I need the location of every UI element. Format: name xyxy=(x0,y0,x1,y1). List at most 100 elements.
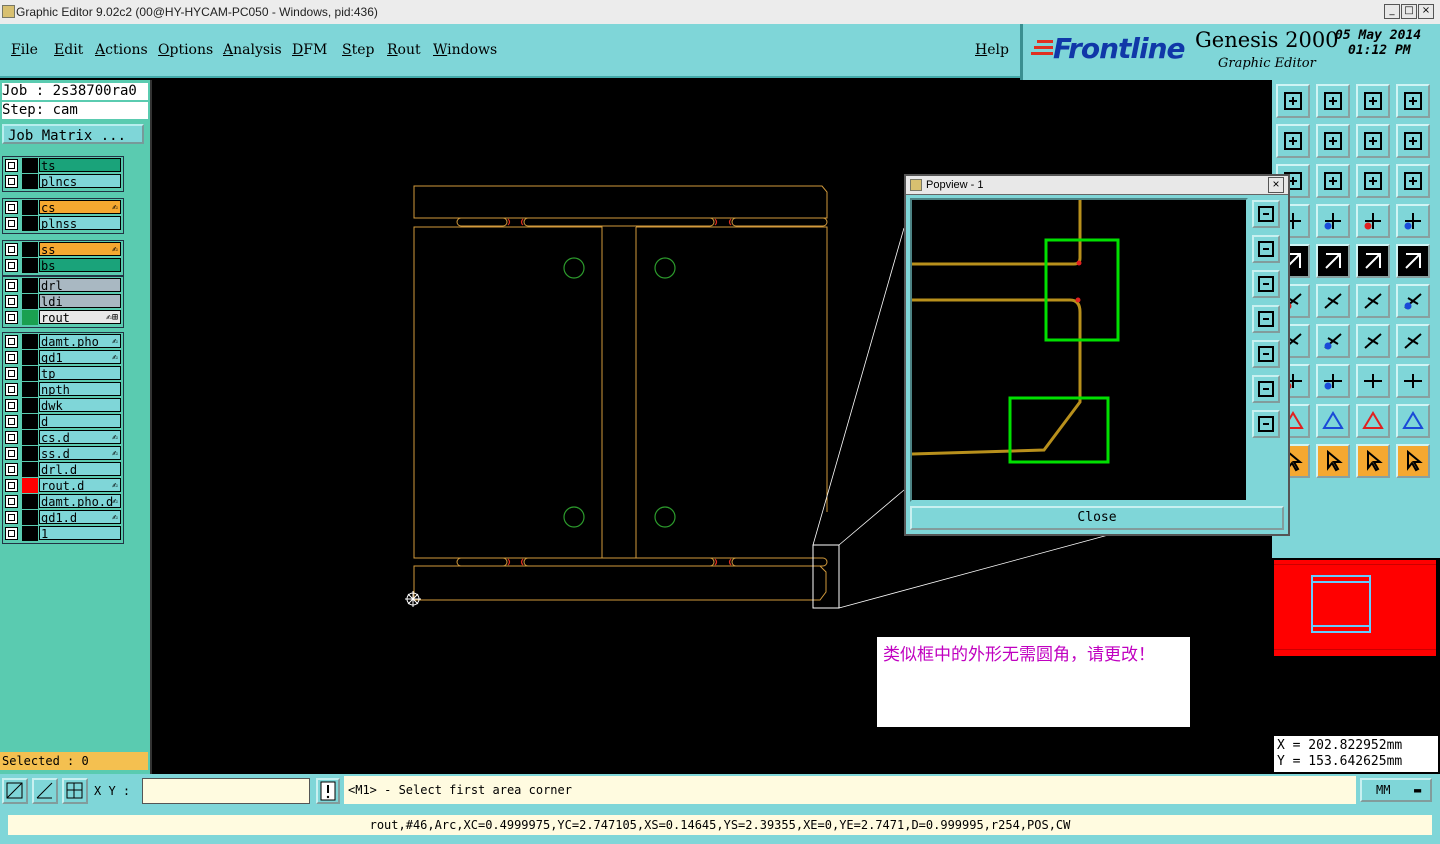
ruler-button[interactable] xyxy=(1356,244,1390,278)
layer-name[interactable]: 1 xyxy=(39,526,121,540)
layer-name[interactable]: drl xyxy=(39,278,121,292)
layer-row-damt.pho[interactable]: damt.pho ✍ xyxy=(3,334,121,349)
menu-edit[interactable]: Edit xyxy=(54,42,83,58)
layer-checkbox[interactable] xyxy=(5,399,18,412)
layer-row-ts[interactable]: ts xyxy=(3,158,121,173)
one-to-one-button[interactable] xyxy=(1356,164,1390,198)
layer-checkbox[interactable] xyxy=(5,383,18,396)
layer-checkbox[interactable] xyxy=(5,527,18,540)
layer-checkbox[interactable] xyxy=(5,463,18,476)
menu-dfm[interactable]: DFM xyxy=(292,42,327,58)
grid-mode-button[interactable] xyxy=(62,778,88,804)
layer-color-swatch[interactable] xyxy=(22,366,38,381)
pan-right-button[interactable] xyxy=(1316,124,1350,158)
layer-row-tp[interactable]: tp xyxy=(3,366,121,381)
layer-color-swatch[interactable] xyxy=(22,478,38,493)
layer-name[interactable]: rout.d ✍ xyxy=(39,478,121,492)
job-matrix-button[interactable]: Job Matrix ... xyxy=(2,124,144,144)
layer-name[interactable]: gd1 ✍ xyxy=(39,350,121,364)
layer-row-drl.d[interactable]: drl.d xyxy=(3,462,121,477)
menu-options[interactable]: Options xyxy=(158,42,213,58)
pv-home-button[interactable] xyxy=(1252,235,1280,263)
layer-name[interactable]: ldi xyxy=(39,294,121,308)
layer-color-swatch[interactable] xyxy=(22,310,38,325)
layer-name[interactable]: gd1.d ✍ xyxy=(39,510,121,524)
menu-actions[interactable]: Actions xyxy=(95,42,148,58)
measure-button[interactable] xyxy=(1356,364,1390,398)
snap-red-button[interactable] xyxy=(1356,204,1390,238)
layer-checkbox[interactable] xyxy=(5,243,18,256)
layer-color-swatch[interactable] xyxy=(22,294,38,309)
draw-line-button[interactable] xyxy=(1316,244,1350,278)
layer-checkbox[interactable] xyxy=(5,335,18,348)
layer-name[interactable]: bs xyxy=(39,258,121,272)
layer-row-1[interactable]: 1 xyxy=(3,526,121,541)
flip-button[interactable] xyxy=(1396,324,1430,358)
triangle-c-button[interactable] xyxy=(1356,404,1390,438)
minimize-button[interactable]: _ xyxy=(1384,4,1400,19)
layer-color-swatch[interactable] xyxy=(22,414,38,429)
layer-checkbox[interactable] xyxy=(5,217,18,230)
unit-selector[interactable]: MM ▬ xyxy=(1360,778,1432,802)
layer-color-swatch[interactable] xyxy=(22,242,38,257)
layer-checkbox[interactable] xyxy=(5,447,18,460)
snap-blue-button[interactable] xyxy=(1396,204,1430,238)
align-button[interactable] xyxy=(1396,364,1430,398)
feature-select-button[interactable] xyxy=(1316,204,1350,238)
layer-checkbox[interactable] xyxy=(5,351,18,364)
query-button[interactable] xyxy=(1396,164,1430,198)
layer-name[interactable]: damt.pho.d ✍ xyxy=(39,494,121,508)
triangle-d-button[interactable] xyxy=(1396,404,1430,438)
layer-row-bs[interactable]: bs xyxy=(3,258,121,273)
layer-color-swatch[interactable] xyxy=(22,158,38,173)
layer-color-swatch[interactable] xyxy=(22,446,38,461)
layer-checkbox[interactable] xyxy=(5,175,18,188)
layer-color-swatch[interactable] xyxy=(22,258,38,273)
layer-checkbox[interactable] xyxy=(5,259,18,272)
pointer-net-button[interactable] xyxy=(1396,444,1430,478)
menu-rout[interactable]: Rout xyxy=(387,42,421,58)
layer-name[interactable]: cs.d ✍ xyxy=(39,430,121,444)
layer-color-swatch[interactable] xyxy=(22,510,38,525)
layer-row-damt.pho.d[interactable]: damt.pho.d ✍ xyxy=(3,494,121,509)
layer-name[interactable]: tp xyxy=(39,366,121,380)
layer-name[interactable]: rout ✍⊞ xyxy=(39,310,121,324)
line-blue-button[interactable] xyxy=(1316,324,1350,358)
layer-color-swatch[interactable] xyxy=(22,462,38,477)
layer-name[interactable]: d xyxy=(39,414,121,428)
pv-fit-button[interactable] xyxy=(1252,375,1280,403)
popview-close-icon[interactable]: × xyxy=(1268,177,1284,193)
triangle-b-button[interactable] xyxy=(1316,404,1350,438)
layer-row-rout.d[interactable]: rout.d ✍ xyxy=(3,478,121,493)
layer-name[interactable]: plnss xyxy=(39,216,121,230)
pv-out-button[interactable] xyxy=(1252,270,1280,298)
menu-windows[interactable]: Windows xyxy=(433,42,497,58)
xy-input[interactable] xyxy=(142,778,310,804)
layer-name[interactable]: drl.d xyxy=(39,462,121,476)
layer-name[interactable]: dwk xyxy=(39,398,121,412)
arc-button[interactable] xyxy=(1356,324,1390,358)
layer-checkbox[interactable] xyxy=(5,201,18,214)
layer-color-swatch[interactable] xyxy=(22,526,38,541)
layer-row-dwk[interactable]: dwk xyxy=(3,398,121,413)
layer-checkbox[interactable] xyxy=(5,479,18,492)
layer-checkbox[interactable] xyxy=(5,511,18,524)
layer-row-ss.d[interactable]: ss.d ✍ xyxy=(3,446,121,461)
layer-color-swatch[interactable] xyxy=(22,430,38,445)
zoom-window-button[interactable] xyxy=(1396,84,1430,118)
layer-row-rout[interactable]: rout ✍⊞ xyxy=(3,310,121,325)
layer-color-swatch[interactable] xyxy=(22,216,38,231)
pv-zoom-button[interactable] xyxy=(1252,200,1280,228)
measure-mode-button[interactable] xyxy=(32,778,58,804)
pan-left-button[interactable] xyxy=(1276,124,1310,158)
move-button[interactable] xyxy=(1396,284,1430,318)
layer-row-npth[interactable]: npth xyxy=(3,382,121,397)
layer-checkbox[interactable] xyxy=(5,367,18,380)
layer-color-swatch[interactable] xyxy=(22,350,38,365)
layer-row-gd1.d[interactable]: gd1.d ✍ xyxy=(3,510,121,525)
layer-row-d[interactable]: d xyxy=(3,414,121,429)
center-button[interactable] xyxy=(1316,164,1350,198)
layer-name[interactable]: plncs xyxy=(39,174,121,188)
pv-left-button[interactable] xyxy=(1252,305,1280,333)
layer-checkbox[interactable] xyxy=(5,431,18,444)
